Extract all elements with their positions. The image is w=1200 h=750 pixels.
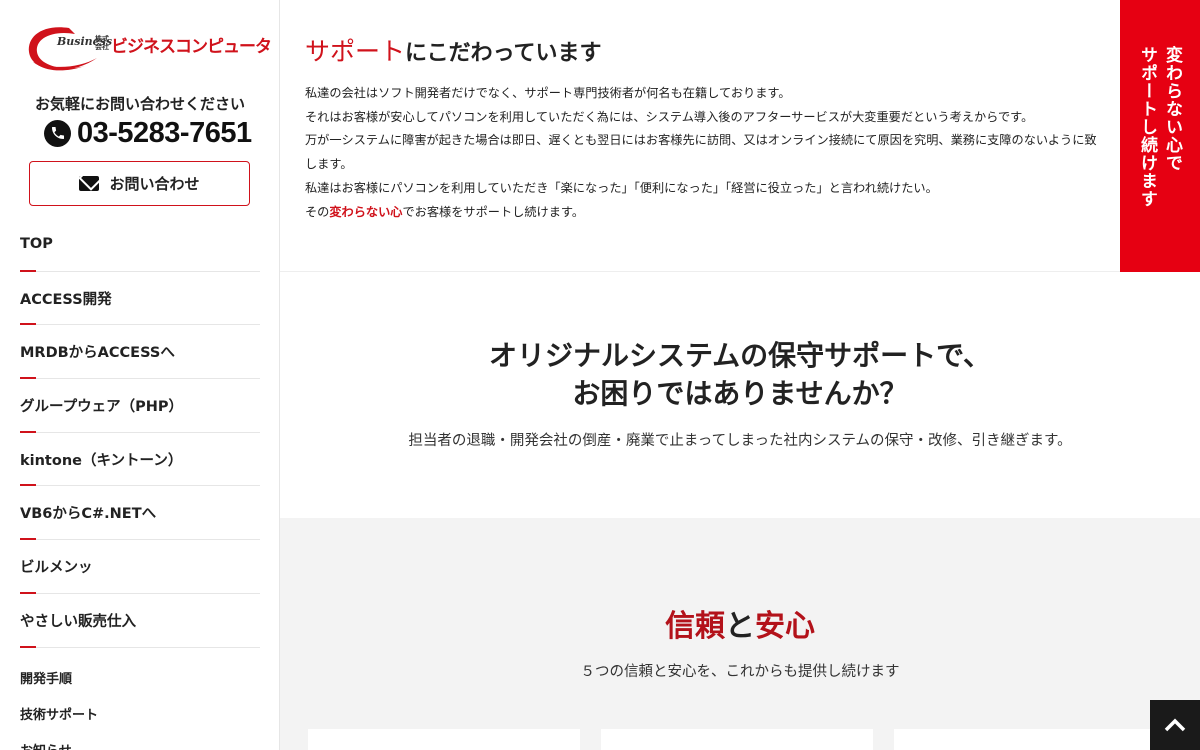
back-to-top-button[interactable] — [1150, 700, 1200, 750]
contact-button[interactable]: お問い合わせ — [29, 161, 250, 206]
nav-item-label: TOP — [20, 236, 53, 253]
trust-title-mid: と — [725, 609, 755, 644]
nav-item-label: kintone（キントーン） — [20, 452, 183, 469]
chevron-up-icon — [1164, 718, 1186, 732]
trust-title-word-1: 信頼 — [665, 609, 725, 644]
slogan-line-1: 変わらない心で — [1162, 46, 1182, 172]
nav-item-label: MRDBからACCESSへ — [20, 345, 175, 362]
nav-item-groupware[interactable]: グループウェア（PHP） — [20, 379, 260, 433]
intro-last-emphasis: 変わらない心 — [329, 204, 403, 219]
nav-item-label: ACCESS開発 — [20, 291, 112, 308]
nav-item-birumen[interactable]: ビルメンッ — [20, 540, 260, 594]
question-subtitle: 担当者の退職・開発会社の倒産・廃業で止まってしまった社内システムの保守・改修、引… — [408, 433, 1072, 449]
intro-line: 私達の会社はソフト開発者だけでなく、サポート専門技術者が何名も在籍しております。 — [305, 86, 791, 100]
intro-line: 万が一システムに障害が起きた場合は即日、遅くとも翌日にはお客様先に訪問、又はオン… — [305, 133, 1097, 172]
intro-line: それはお客様が安心してパソコンを利用していただく為には、システム導入後のアフター… — [305, 109, 1034, 124]
nav-sub-news[interactable]: お知らせ — [20, 732, 260, 750]
intro-line: 私達はお客様にパソコンを利用していただき「楽になった」「便利になった」「経営に役… — [305, 180, 938, 195]
nav-item-kintone[interactable]: kintone（キントーン） — [20, 433, 260, 487]
nav-item-label: グループウェア（PHP） — [20, 398, 184, 415]
trust-card — [894, 729, 1166, 750]
nav-item-hanbai[interactable]: やさしい販売仕入 — [20, 594, 260, 648]
main-content: サポートにこだわっています 私達の会社はソフト開発者だけでなく、サポート専門技術… — [280, 0, 1200, 750]
contact-button-label: お問い合わせ — [109, 175, 200, 193]
sidebar: Business 株式会社 ビジネスコンピュータ お気軽にお問い合わせください … — [0, 0, 280, 750]
nav-item-label: VB6からC#.NETへ — [20, 506, 157, 523]
trust-section: 信頼と安心 ５つの信頼と安心を、これからも提供し続けます — [280, 518, 1200, 750]
intro-section: サポートにこだわっています 私達の会社はソフト開発者だけでなく、サポート専門技術… — [280, 0, 1120, 272]
slogan-banner: 変わらない心で サポートし続けます — [1120, 0, 1200, 272]
company-logo[interactable]: Business 株式会社 ビジネスコンピュータ — [25, 22, 272, 78]
trust-title: 信頼と安心 — [280, 601, 1200, 645]
nav-item-vb6[interactable]: VB6からC#.NETへ — [20, 486, 260, 541]
nav-item-label: ビルメンッ — [20, 559, 93, 576]
trust-subtitle: ５つの信頼と安心を、これからも提供し続けます — [580, 664, 900, 680]
phone-contact[interactable]: 03-5283-7651 — [44, 115, 252, 151]
intro-title-rest: にこだわっています — [405, 41, 602, 66]
nav-item-mrdb[interactable]: MRDBからACCESSへ — [20, 325, 260, 380]
question-section: オリジナルシステムの保守サポートで、 お困りではありませんか？ 担当者の退職・開… — [280, 272, 1200, 518]
nav-sub-label: 開発手順 — [20, 672, 73, 687]
trust-card — [308, 729, 580, 750]
question-title: オリジナルシステムの保守サポートで、 お困りではありませんか？ — [280, 337, 1200, 413]
logo-kabushiki-text: 株式会社 — [95, 35, 109, 51]
mail-icon — [79, 176, 100, 191]
nav-item-label: やさしい販売仕入 — [20, 613, 136, 630]
intro-last-suffix: でお客様をサポートし続けます。 — [402, 204, 585, 219]
intro-last-line: その変わらない心でお客様をサポートし続けます。 — [305, 201, 1100, 225]
slogan-line-2: サポートし続けます — [1137, 46, 1157, 208]
logo-swoosh-icon — [28, 27, 97, 71]
trust-card — [601, 729, 873, 750]
nav-item-access[interactable]: ACCESS開発 — [20, 272, 260, 326]
logo-company-name: ビジネスコンピュータ — [111, 37, 272, 57]
intro-body: 私達の会社はソフト開発者だけでなく、サポート専門技術者が何名も在籍しております。… — [305, 82, 1100, 224]
phone-icon — [44, 119, 71, 147]
question-title-line-2: お困りではありませんか？ — [572, 377, 908, 410]
contact-label: お気軽にお問い合わせください — [34, 95, 245, 113]
trust-title-word-2: 安心 — [755, 609, 815, 644]
main-nav: TOP ACCESS開発 MRDBからACCESSへ グループウェア（PHP） … — [20, 218, 260, 750]
intro-title-accent: サポート — [305, 37, 406, 66]
nav-sub-label: お知らせ — [20, 740, 72, 750]
phone-number: 03-5283-7651 — [77, 116, 252, 149]
nav-sub-procedure[interactable]: 開発手順 — [20, 660, 260, 696]
nav-sub-label: 技術サポート — [20, 708, 99, 723]
nav-sub-support[interactable]: 技術サポート — [20, 696, 260, 732]
nav-item-top[interactable]: TOP — [20, 218, 260, 272]
intro-title: サポートにこだわっています — [305, 32, 601, 68]
question-title-line-1: オリジナルシステムの保守サポートで、 — [488, 339, 992, 372]
intro-last-prefix: その — [305, 204, 330, 219]
